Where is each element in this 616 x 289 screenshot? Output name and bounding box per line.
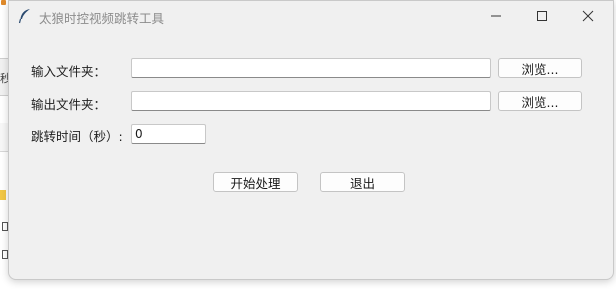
input-folder-label: 输入文件夹： — [31, 64, 107, 79]
exit-button[interactable]: 退出 — [320, 172, 405, 192]
output-folder-browse-button[interactable]: 浏览... — [498, 91, 582, 111]
maximize-icon — [536, 10, 548, 22]
title-bar[interactable]: 太狼时控视频跳转工具 — [9, 1, 613, 31]
background-app-fragment — [1, 0, 6, 5]
minimize-icon — [490, 10, 502, 22]
maximize-button[interactable] — [519, 1, 565, 31]
window-title: 太狼时控视频跳转工具 — [39, 11, 165, 26]
output-folder-field[interactable] — [131, 91, 491, 111]
input-folder-browse-button[interactable]: 浏览... — [498, 58, 582, 78]
folder-icon — [0, 190, 6, 200]
start-processing-button[interactable]: 开始处理 — [213, 172, 298, 192]
app-window: 太狼时控视频跳转工具 输入文件夹： 浏览... 输出文件夹： 浏览... 跳转时… — [8, 0, 614, 280]
close-button[interactable] — [565, 1, 611, 31]
background-panel-fragment — [0, 123, 8, 152]
close-icon — [582, 10, 594, 22]
feather-icon — [18, 8, 32, 24]
jump-time-field[interactable] — [131, 124, 206, 144]
minimize-button[interactable] — [473, 1, 519, 31]
input-folder-field[interactable] — [131, 58, 491, 78]
output-folder-label: 输出文件夹： — [31, 97, 107, 112]
jump-time-label: 跳转时间（秒）: — [31, 129, 123, 144]
